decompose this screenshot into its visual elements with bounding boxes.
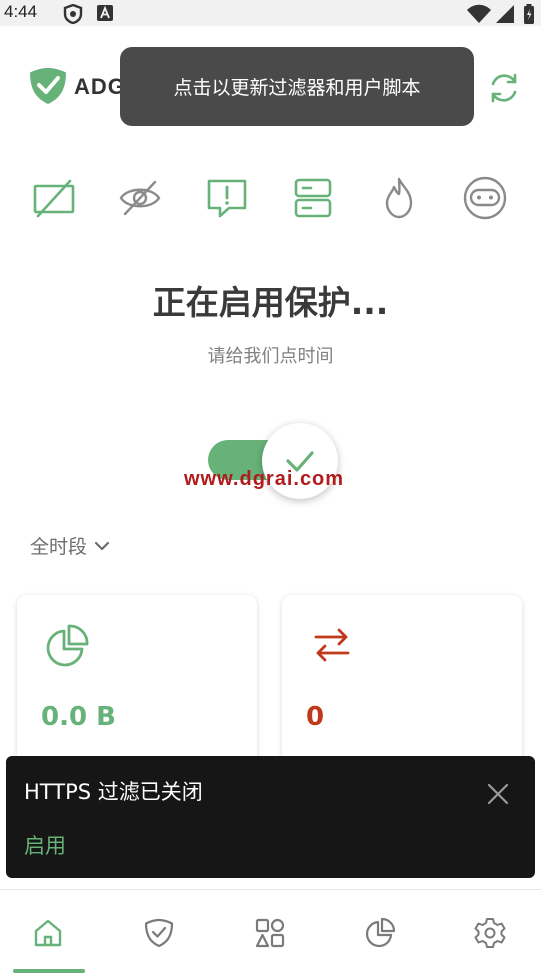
snackbar-message: HTTPS 过滤已关闭 (24, 780, 203, 804)
close-icon[interactable] (484, 780, 512, 808)
firewall-icon[interactable] (377, 176, 421, 220)
refresh-filters-icon[interactable] (486, 70, 522, 106)
nav-active-indicator (13, 969, 85, 973)
app-logo-text: ADG (74, 74, 126, 99)
stealth-mode-icon[interactable] (463, 176, 507, 220)
nav-statistics[interactable] (326, 890, 434, 975)
tracking-protection-icon[interactable] (118, 176, 162, 220)
dns-protection-icon[interactable] (291, 176, 335, 220)
vpn-shield-icon (63, 4, 83, 24)
status-bar: 4:44 (0, 0, 541, 26)
apps-icon (255, 918, 285, 947)
adguard-logo-icon (30, 68, 66, 104)
cellular-signal-icon (496, 5, 514, 23)
statistics-icon (365, 917, 396, 947)
status-time: 4:44 (4, 2, 38, 21)
bottom-navigation (0, 890, 541, 975)
swap-arrows-icon (314, 628, 350, 662)
data-saved-value: 0.0 B (41, 702, 116, 732)
nav-apps[interactable] (216, 890, 324, 975)
home-icon (34, 919, 62, 946)
nav-protection[interactable] (105, 890, 213, 975)
notification-app-icon (97, 5, 113, 21)
chevron-down-icon (94, 541, 110, 550)
nav-home[interactable] (0, 890, 102, 975)
nav-settings[interactable] (436, 890, 541, 975)
period-selected-label: 全时段 (30, 536, 88, 558)
pie-chart-icon (46, 624, 89, 667)
protection-status-title: 正在启用保护... (152, 283, 389, 322)
settings-icon (474, 917, 506, 948)
update-filters-tooltip: 点击以更新过滤器和用户脚本 (120, 47, 474, 126)
ad-blocking-icon[interactable] (32, 176, 76, 220)
period-selector[interactable]: 全时段 (30, 532, 111, 559)
enable-https-button[interactable]: 启用 (24, 830, 66, 860)
annoyance-blocking-icon[interactable] (205, 176, 249, 220)
protection-status-subtitle: 请给我们点时间 (207, 346, 334, 367)
blocked-requests-value: 0 (306, 702, 325, 732)
watermark-text: www.dgrai.com (184, 468, 345, 490)
shield-icon (144, 918, 174, 947)
battery-icon (524, 4, 534, 24)
https-filtering-snackbar: HTTPS 过滤已关闭 启用 (6, 756, 535, 878)
wifi-icon (467, 4, 491, 23)
